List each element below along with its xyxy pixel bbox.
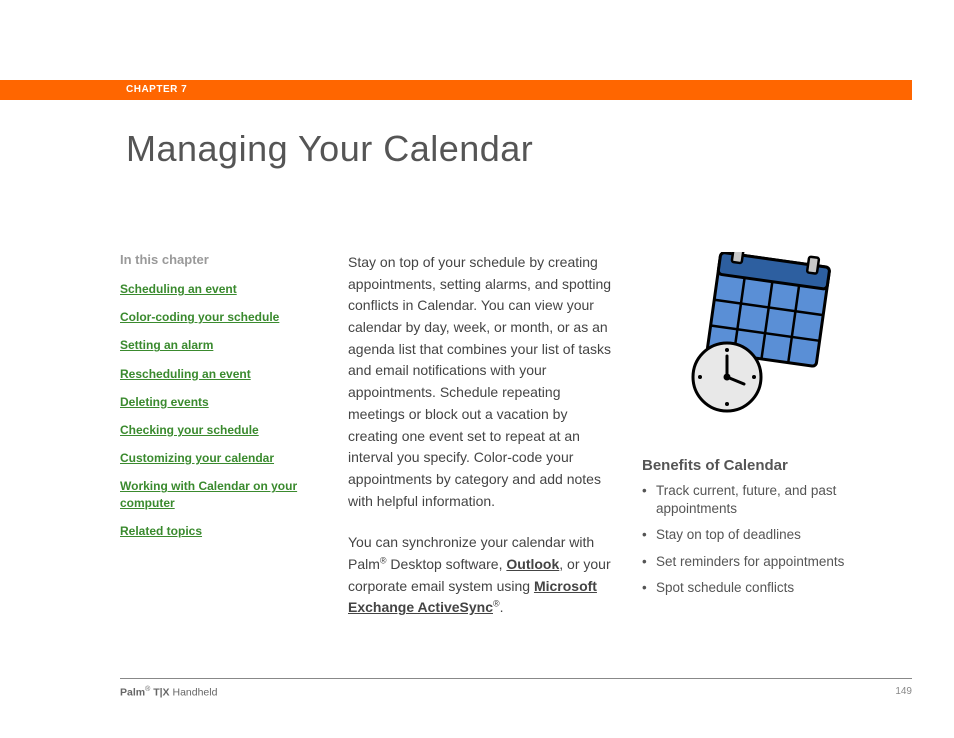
body-column: Stay on top of your schedule by creating… [320, 252, 620, 639]
p2-period: . [500, 599, 504, 615]
body-paragraph-1: Stay on top of your schedule by creating… [348, 252, 620, 512]
footer-product: Palm® T|X Handheld [120, 686, 217, 699]
benefits-heading: Benefits of Calendar [642, 457, 910, 474]
benefit-item: Set reminders for appointments [642, 553, 910, 571]
sidebar-link-color-coding[interactable]: Color-coding your schedule [120, 309, 300, 325]
sidebar-heading: In this chapter [120, 252, 300, 267]
footer-suffix: Handheld [170, 687, 218, 699]
footer-rule [120, 678, 912, 679]
benefit-item: Track current, future, and past appointm… [642, 482, 910, 518]
content: In this chapter Scheduling an event Colo… [120, 252, 910, 639]
footer-brand: Palm [120, 687, 145, 699]
footer-model: T|X [150, 687, 169, 699]
right-column: Benefits of Calendar Track current, futu… [620, 252, 910, 639]
benefits-list: Track current, future, and past appointm… [642, 482, 910, 597]
body-paragraph-2: You can synchronize your calendar with P… [348, 532, 620, 619]
sidebar-link-scheduling[interactable]: Scheduling an event [120, 281, 300, 297]
sidebar: In this chapter Scheduling an event Colo… [120, 252, 320, 639]
sidebar-link-computer[interactable]: Working with Calendar on your computer [120, 478, 300, 510]
sidebar-link-related[interactable]: Related topics [120, 523, 300, 539]
sidebar-link-checking[interactable]: Checking your schedule [120, 422, 300, 438]
page-title: Managing Your Calendar [126, 128, 533, 170]
calendar-clock-icon [672, 252, 842, 422]
outlook-link[interactable]: Outlook [506, 556, 559, 572]
registered-mark: ® [380, 555, 387, 565]
benefit-item: Stay on top of deadlines [642, 526, 910, 544]
chapter-label: CHAPTER 7 [126, 84, 187, 95]
sidebar-link-rescheduling[interactable]: Rescheduling an event [120, 366, 300, 382]
chapter-bar: CHAPTER 7 [0, 80, 912, 100]
registered-mark-2: ® [493, 599, 500, 609]
benefit-item: Spot schedule conflicts [642, 579, 910, 597]
sidebar-link-deleting[interactable]: Deleting events [120, 394, 300, 410]
sidebar-link-alarm[interactable]: Setting an alarm [120, 337, 300, 353]
page-number: 149 [895, 686, 912, 697]
sidebar-link-customizing[interactable]: Customizing your calendar [120, 450, 300, 466]
p2-mid: Desktop software, [387, 556, 507, 572]
